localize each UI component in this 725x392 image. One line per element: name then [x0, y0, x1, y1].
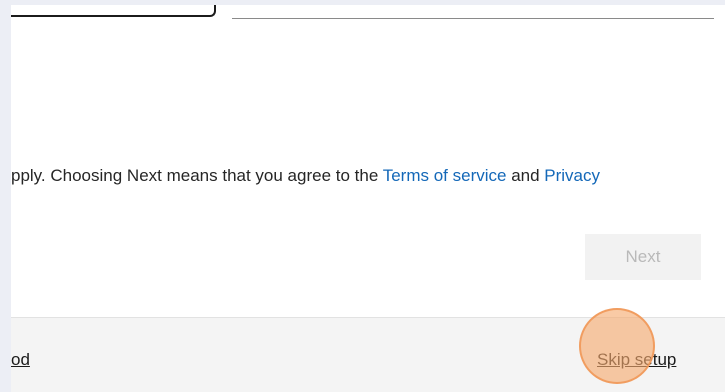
privacy-link[interactable]: Privacy: [544, 166, 600, 185]
terms-of-service-link[interactable]: Terms of service: [383, 166, 507, 185]
skip-setup-link[interactable]: Skip setup: [597, 350, 676, 370]
consent-notice: pply. Choosing Next means that you agree…: [11, 163, 725, 189]
dialog-footer: od Skip setup: [11, 317, 725, 392]
consent-text-middle: and: [506, 166, 545, 185]
setup-dialog: pply. Choosing Next means that you agree…: [11, 5, 725, 392]
consent-text-start: pply. Choosing Next means that you agree…: [11, 166, 383, 185]
dropdown-field[interactable]: [11, 5, 216, 17]
footer-left-link[interactable]: od: [11, 350, 30, 370]
next-button[interactable]: Next: [585, 234, 701, 280]
text-input-field[interactable]: [232, 18, 714, 19]
